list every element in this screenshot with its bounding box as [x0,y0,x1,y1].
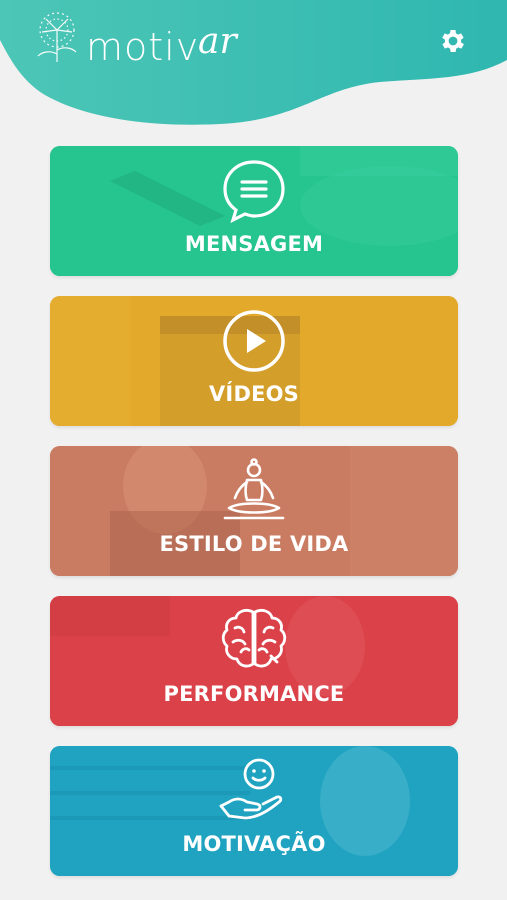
card-performance[interactable]: PERFORMANCE [50,596,458,726]
brain-icon [221,609,287,668]
logo-script: ar [198,21,237,62]
card-estilo-de-vida[interactable]: ESTILO DE VIDA [50,446,458,576]
card-videos[interactable]: VÍDEOS [50,296,458,426]
gear-icon[interactable] [438,26,468,56]
card-label: MOTIVAÇÃO [182,832,326,856]
card-mensagem[interactable]: MENSAGEM [50,146,458,276]
smile-hand-icon [219,758,283,820]
card-label: ESTILO DE VIDA [159,532,349,556]
app-logo: motiv ar [32,10,282,70]
menu-cards: MENSAGEM VÍDEOS ESTILO DE VIDA PERFORMAN… [50,146,458,896]
dandelion-icon [37,12,77,62]
header: motiv ar [0,0,507,130]
play-circle-icon [223,310,285,372]
card-motivacao[interactable]: MOTIVAÇÃO [50,746,458,876]
meditation-icon [223,458,285,520]
chat-bubble-icon [223,160,285,224]
card-label: PERFORMANCE [163,682,345,706]
card-label: VÍDEOS [208,382,300,406]
card-label: MENSAGEM [184,232,324,256]
logo-text: motiv [86,25,200,69]
